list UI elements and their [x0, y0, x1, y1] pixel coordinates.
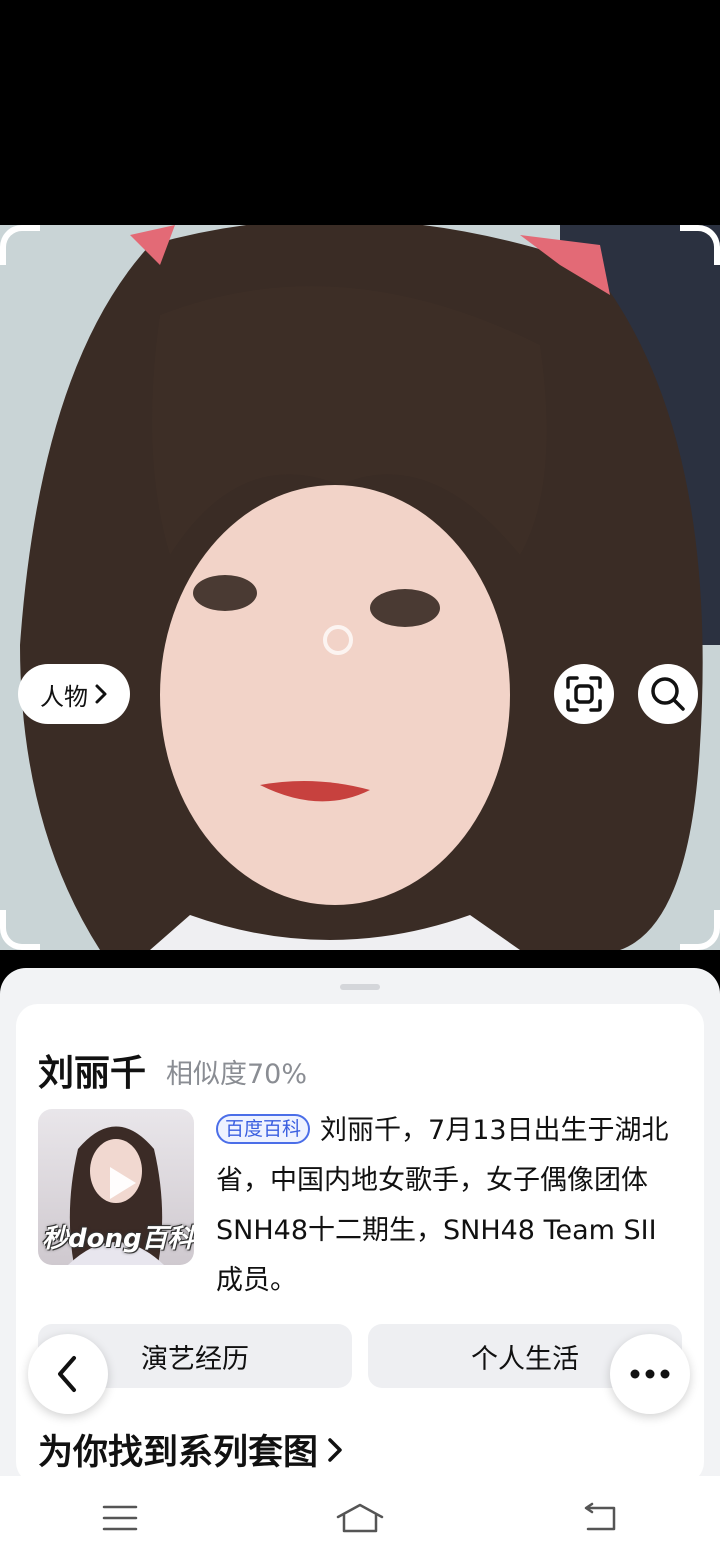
- chevron-left-icon: [58, 1356, 76, 1392]
- category-chip[interactable]: 人物: [18, 664, 130, 724]
- category-chip-label: 人物: [40, 682, 88, 711]
- source-tag: 百度百科: [216, 1114, 311, 1144]
- menu-icon: [102, 1505, 138, 1531]
- focus-point-indicator[interactable]: [323, 625, 353, 655]
- person-result-card: 刘丽千 相似度70% 秒dong百科 百度百科 刘丽千，7月13日出生于湖北省，中…: [16, 1004, 704, 1484]
- person-name[interactable]: 刘丽千: [38, 1044, 146, 1096]
- recognized-photo[interactable]: [0, 225, 720, 950]
- system-navigation-bar: [0, 1476, 720, 1560]
- result-sheet: 刘丽千 相似度70% 秒dong百科 百度百科 刘丽千，7月13日出生于湖北省，中…: [0, 968, 720, 1484]
- sheet-drag-handle[interactable]: [340, 984, 380, 990]
- more-icon: [630, 1369, 670, 1379]
- back-icon: [584, 1502, 616, 1531]
- crop-corner-top-right[interactable]: [680, 225, 720, 265]
- nav-menu-button[interactable]: [80, 1493, 160, 1543]
- play-icon: [110, 1167, 136, 1199]
- search-button[interactable]: [638, 664, 698, 724]
- video-thumbnail[interactable]: 秒dong百科: [38, 1109, 194, 1265]
- search-icon: [651, 677, 685, 711]
- nav-home-button[interactable]: [320, 1493, 400, 1543]
- person-description[interactable]: 百度百科 刘丽千，7月13日出生于湖北省，中国内地女歌手，女子偶像团体SNH48十…: [216, 1106, 682, 1306]
- nav-back-button[interactable]: [560, 1493, 640, 1543]
- back-button[interactable]: [28, 1334, 108, 1414]
- crop-corner-top-left[interactable]: [0, 225, 40, 265]
- home-icon: [336, 1503, 384, 1533]
- series-images-link[interactable]: 为你找到系列套图: [38, 1424, 344, 1475]
- crop-corner-bottom-left[interactable]: [0, 910, 40, 950]
- scan-icon: [566, 676, 602, 712]
- scan-button[interactable]: [554, 664, 614, 724]
- series-title: 为你找到系列套图: [38, 1433, 319, 1473]
- similarity-score: 相似度70%: [166, 1059, 308, 1090]
- more-button[interactable]: [610, 1334, 690, 1414]
- portrait-photo: [0, 225, 720, 950]
- video-source-logo: 秒dong百科: [42, 1224, 194, 1254]
- chevron-right-icon: [328, 1437, 342, 1462]
- chevron-right-icon: [95, 684, 107, 704]
